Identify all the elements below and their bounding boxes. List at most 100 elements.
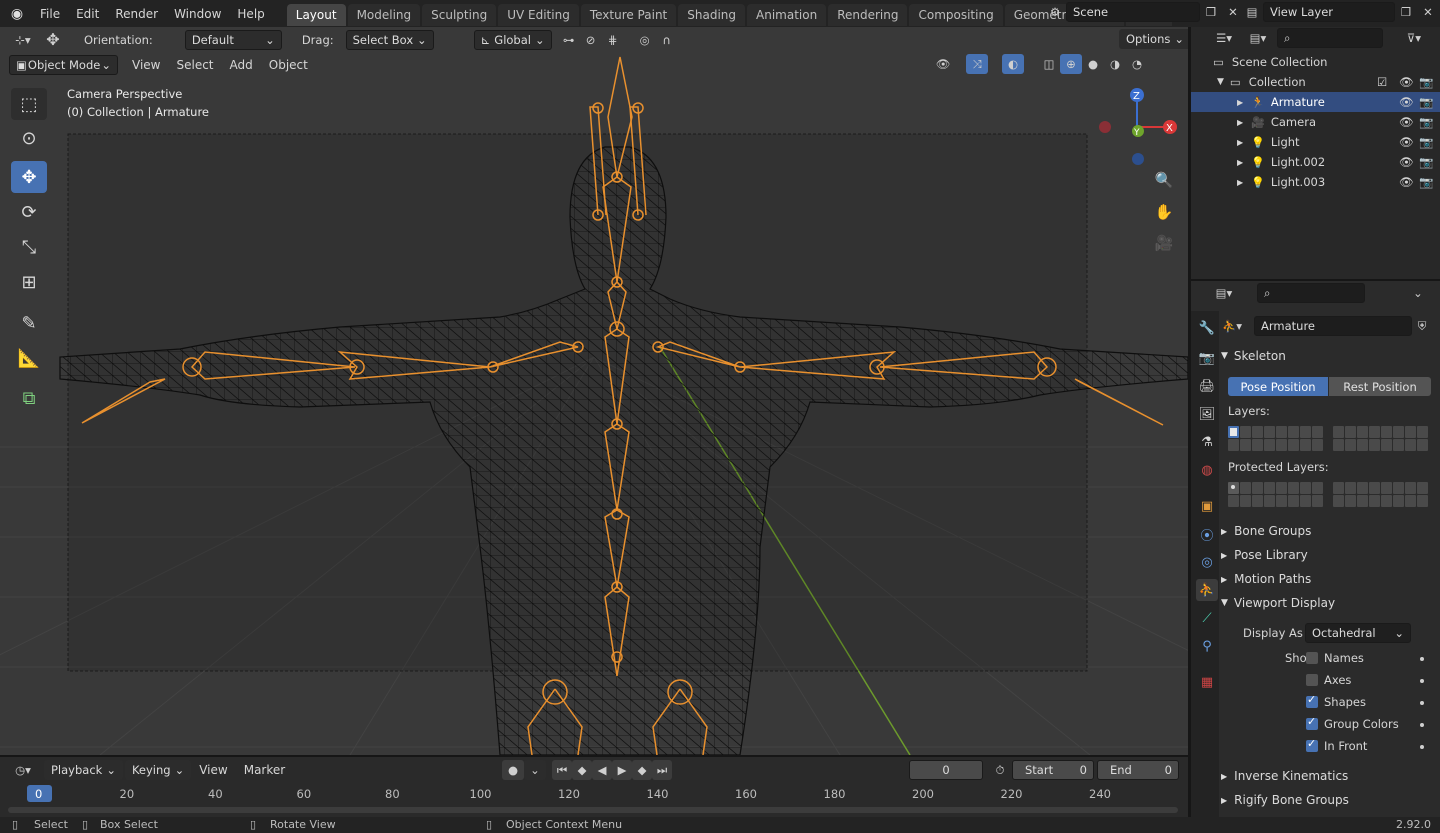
timeline-menu-marker[interactable]: Marker — [236, 763, 293, 777]
expand-arrow-icon[interactable]: ▶ — [1237, 158, 1243, 167]
layer-toggle[interactable] — [1381, 439, 1392, 451]
layer-toggle[interactable] — [1417, 439, 1428, 451]
visibility-eye-icon[interactable]: 👁 — [1399, 95, 1414, 109]
view-layer-field[interactable]: View Layer — [1263, 2, 1395, 22]
armature-name-field[interactable]: Armature — [1254, 316, 1412, 336]
layer-toggle[interactable] — [1300, 495, 1311, 507]
keyframe-dot-icon[interactable] — [1420, 723, 1424, 727]
scene-tab-icon[interactable]: ⚗ — [1196, 431, 1218, 453]
show-option-checkbox[interactable]: In Front — [1306, 737, 1367, 753]
layer-toggle[interactable] — [1252, 426, 1263, 438]
layer-toggle[interactable] — [1345, 482, 1356, 494]
add-cube-tool[interactable]: ⧉ — [11, 382, 47, 414]
gizmo-toggle-icon[interactable]: ⤨ — [966, 54, 988, 74]
keyframe-dot-icon[interactable] — [1420, 679, 1424, 683]
tool-tab-icon[interactable]: 🔧 — [1196, 317, 1218, 339]
delete-view-layer-icon[interactable]: ✕ — [1417, 2, 1439, 22]
expand-arrow-icon[interactable]: ▶ — [1237, 138, 1243, 147]
checkbox-icon[interactable] — [1306, 693, 1318, 708]
outliner-scene-collection[interactable]: ▭ Scene Collection — [1191, 52, 1440, 72]
next-keyframe-icon[interactable]: ◆ — [632, 760, 652, 780]
filter-icon[interactable]: ⊽▾ — [1403, 28, 1425, 48]
outliner-item[interactable]: ▶ 🏃 Armature 👁 📷 — [1191, 92, 1440, 112]
display-mode-icon[interactable]: ▤▾ — [1247, 28, 1269, 48]
tab-sculpting[interactable]: Sculpting — [422, 4, 497, 26]
cursor-tool[interactable]: ⊙ — [11, 122, 47, 154]
auto-key-dropdown-icon[interactable]: ⌄ — [524, 760, 546, 780]
record-icon[interactable]: ● — [502, 760, 524, 780]
playback-dropdown[interactable]: Playback ⌄ — [44, 759, 123, 780]
expand-arrow-icon[interactable]: ▶ — [1237, 98, 1243, 107]
timeline-scrollbar[interactable] — [8, 807, 1178, 813]
camera-view-icon[interactable]: 🎥 — [1153, 233, 1175, 253]
layer-toggle[interactable] — [1357, 495, 1368, 507]
rendered-shading-icon[interactable]: ◔ — [1126, 54, 1148, 74]
jump-start-icon[interactable]: ⏮ — [552, 760, 572, 780]
layer-toggle[interactable] — [1300, 426, 1311, 438]
layer-toggle[interactable] — [1312, 495, 1323, 507]
select-box-tool[interactable]: ⬚ — [11, 88, 47, 120]
tab-uv-editing[interactable]: UV Editing — [498, 4, 579, 26]
drag-dropdown[interactable]: Select Box ⌄ — [345, 29, 434, 50]
armature-data-icon[interactable]: ⛹▾ — [1221, 316, 1243, 336]
protected-layers-grid-b[interactable] — [1333, 482, 1428, 507]
layer-toggle[interactable] — [1228, 495, 1239, 507]
layer-toggle[interactable] — [1345, 426, 1356, 438]
fake-user-shield-icon[interactable]: ⛨ — [1411, 316, 1433, 336]
layer-toggle[interactable] — [1405, 426, 1416, 438]
scene-icon[interactable]: ⚙ — [1044, 2, 1066, 22]
properties-editor-icon[interactable]: ▤▾ — [1213, 283, 1235, 303]
outliner-item[interactable]: ▶ 💡 Light.003 👁 📷 — [1191, 172, 1440, 192]
panel-viewport-display[interactable]: ▼ Viewport Display — [1221, 592, 1426, 614]
keying-dropdown[interactable]: Keying ⌄ — [124, 759, 192, 780]
render-camera-icon[interactable]: 📷 — [1419, 75, 1433, 89]
layer-toggle[interactable] — [1312, 439, 1323, 451]
menu-select[interactable]: Select — [168, 58, 221, 72]
transform-tool[interactable]: ⊞ — [11, 266, 47, 298]
outliner-item[interactable]: ▶ 💡 Light 👁 📷 — [1191, 132, 1440, 152]
render-camera-icon[interactable]: 📷 — [1419, 155, 1433, 169]
layer-toggle[interactable] — [1381, 426, 1392, 438]
layer-toggle[interactable] — [1300, 439, 1311, 451]
visibility-icon[interactable]: 👁 — [932, 54, 954, 74]
world-tab-icon[interactable]: ◍ — [1196, 459, 1218, 481]
layer-toggle[interactable] — [1312, 426, 1323, 438]
tab-animation[interactable]: Animation — [747, 4, 827, 26]
properties-options-icon[interactable]: ⌄ — [1407, 283, 1429, 303]
falloff-icon[interactable]: ∩ — [656, 30, 678, 50]
tab-compositing[interactable]: Compositing — [909, 4, 1003, 26]
layer-toggle[interactable] — [1264, 482, 1275, 494]
show-option-checkbox[interactable]: Group Colors — [1306, 715, 1399, 731]
pivot-point-icon[interactable]: ⊶ — [558, 30, 580, 50]
layer-toggle[interactable] — [1276, 426, 1287, 438]
layer-toggle[interactable] — [1288, 495, 1299, 507]
layer-toggle[interactable] — [1288, 482, 1299, 494]
layer-toggle[interactable] — [1228, 482, 1239, 494]
new-scene-icon[interactable]: ❐ — [1200, 2, 1222, 22]
snap-target-icon[interactable]: ⋕ — [602, 30, 624, 50]
show-option-checkbox[interactable]: Names — [1306, 651, 1364, 665]
pose-position-button[interactable]: Pose Position — [1228, 377, 1328, 396]
panel-collapsed[interactable]: ▶ Motion Paths — [1221, 568, 1426, 590]
tab-modeling[interactable]: Modeling — [347, 4, 421, 26]
material-shading-icon[interactable]: ◑ — [1104, 54, 1126, 74]
keyframe-dot-icon[interactable] — [1420, 657, 1424, 661]
render-camera-icon[interactable]: 📷 — [1419, 175, 1433, 189]
layer-toggle[interactable] — [1240, 482, 1251, 494]
properties-search-input[interactable]: ⌕ — [1257, 283, 1365, 303]
scale-tool[interactable]: ⤡ — [11, 231, 47, 263]
show-option-checkbox[interactable]: Shapes — [1306, 693, 1366, 709]
layer-toggle[interactable] — [1240, 426, 1251, 438]
snap-icon[interactable]: ⊘ — [580, 30, 602, 50]
measure-tool[interactable]: 📐 — [11, 342, 47, 374]
outliner-editor-icon[interactable]: ☰▾ — [1213, 28, 1235, 48]
layer-toggle[interactable] — [1405, 495, 1416, 507]
tab-rendering[interactable]: Rendering — [828, 4, 908, 26]
tab-layout[interactable]: Layout — [286, 4, 346, 26]
protected-layers-grid-a[interactable] — [1228, 482, 1323, 507]
layer-toggle[interactable] — [1312, 482, 1323, 494]
layer-toggle[interactable] — [1405, 439, 1416, 451]
wireframe-shading-icon[interactable]: ⊕ — [1060, 54, 1082, 74]
bone-constraints-tab-icon[interactable]: ⚲ — [1196, 635, 1218, 657]
layer-toggle[interactable] — [1417, 482, 1428, 494]
